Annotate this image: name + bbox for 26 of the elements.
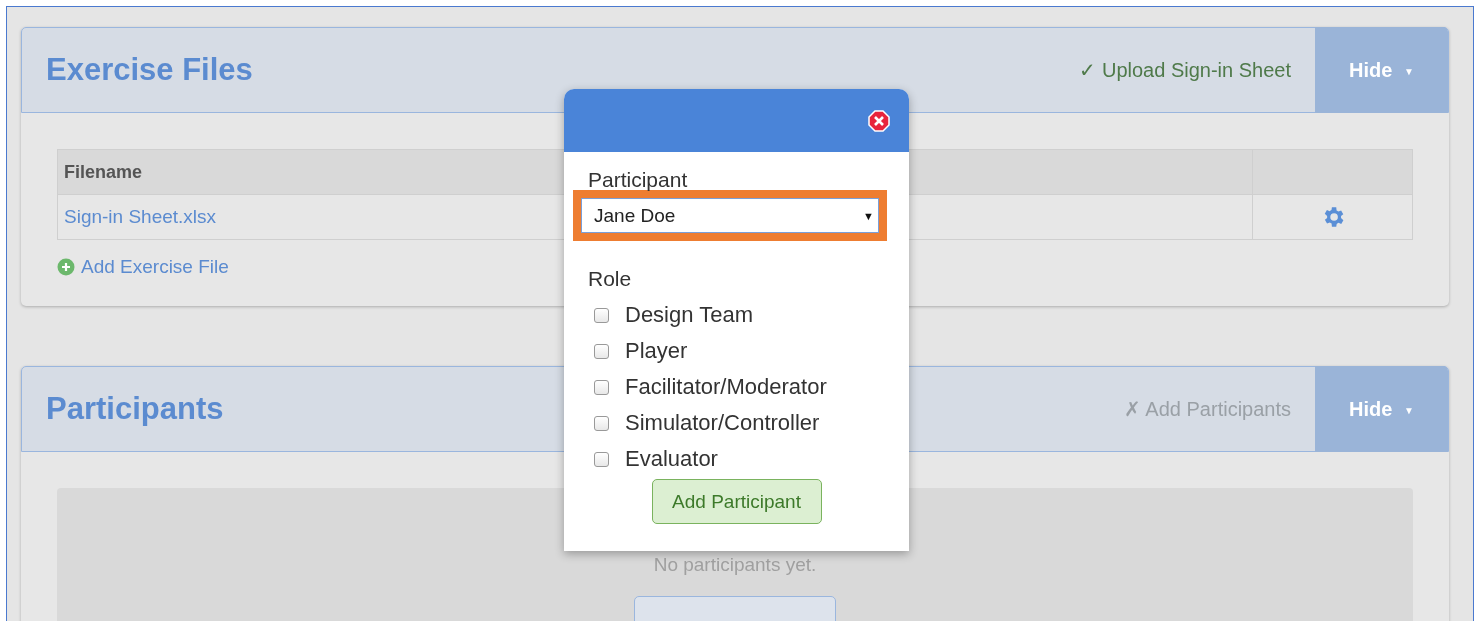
add-file-link[interactable]: Add Exercise File [81,256,229,278]
checkbox[interactable] [594,343,609,359]
file-link[interactable]: Sign-in Sheet.xlsx [64,206,217,227]
hide-button[interactable]: Hide ▼ [1315,27,1448,113]
participant-select[interactable]: Jane Doe ▼ [581,198,879,233]
checkbox[interactable] [594,379,609,395]
role-option: Simulator/Controller [625,410,820,436]
role-option: Evaluator [625,446,718,472]
checkbox[interactable] [594,307,609,323]
add-participant-button[interactable]: Add Participant [651,479,822,524]
dropdown-caret: ▼ [863,209,874,222]
checkbox[interactable] [594,415,609,431]
add-icon [57,258,75,276]
status-text: ✓ Upload Sign-in Sheet [1079,58,1291,82]
panel-title: Exercise Files [46,52,253,88]
panel-title: Participants [46,391,224,427]
role-option: Player [625,338,688,364]
close-icon[interactable] [868,109,890,132]
hide-button[interactable]: Hide ▼ [1315,366,1448,452]
empty-message: No participants yet. [653,554,817,576]
role-option: Facilitator/Moderator [625,374,827,400]
checkbox[interactable] [594,451,609,467]
participant-label: Participant [587,168,689,190]
role-option: Design Team [625,302,753,328]
role-label: Role [587,267,633,291]
status-text: ✗ Add Participants [1123,397,1291,421]
